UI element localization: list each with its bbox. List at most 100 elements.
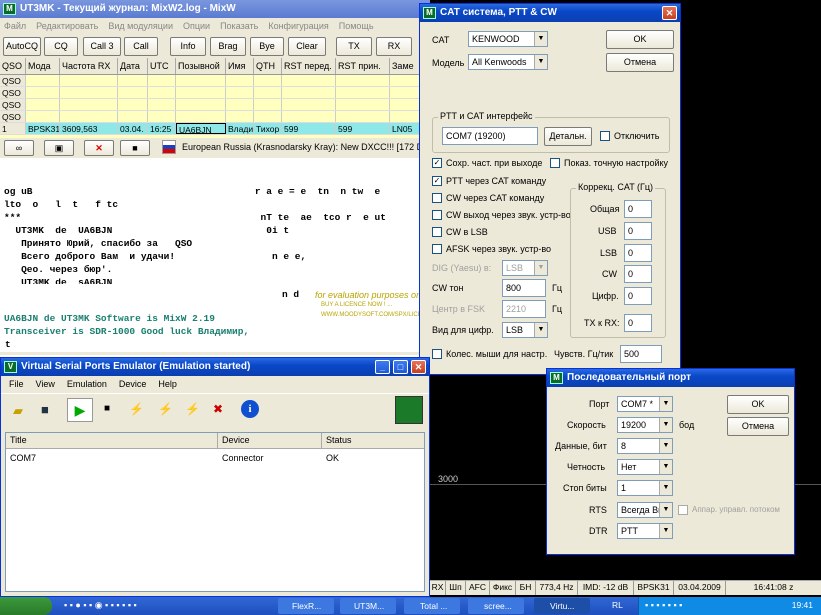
corr-cw-field[interactable]: 0 (624, 265, 652, 283)
dig-select[interactable]: LSB ▼ (502, 260, 548, 276)
dig-view-select[interactable]: LSB ▼ (502, 322, 548, 338)
details-button[interactable]: Детальн. (544, 127, 592, 146)
rx-text-area[interactable]: og uB r a e = e tn n tw e lto o l t f tc *… (0, 158, 426, 284)
clear-button[interactable]: Clear (288, 37, 326, 56)
disk-icon[interactable]: ■ (120, 140, 150, 156)
cat-cancel-button[interactable]: Отмена (606, 53, 674, 72)
cw-tone-field[interactable]: 800 (502, 279, 546, 297)
call-button[interactable]: Call (124, 37, 158, 56)
table-row[interactable]: COM7 Connector OK (6, 449, 424, 467)
port-select[interactable]: COM7 * ▼ (617, 396, 673, 412)
status-sp[interactable]: Шп (446, 581, 466, 595)
menu-options[interactable]: Опции (183, 18, 210, 34)
menu-edit[interactable]: Редактировать (36, 18, 98, 34)
close-icon[interactable]: ✕ (411, 360, 426, 374)
log-col-header[interactable]: RST прин. (336, 58, 390, 74)
start-button[interactable] (0, 597, 52, 615)
save-log-icon[interactable]: ▣ (44, 140, 74, 156)
baud-select[interactable]: 19200 ▼ (617, 417, 673, 433)
language-indicator[interactable]: RL (612, 600, 623, 610)
brag-button[interactable]: Brag (210, 37, 246, 56)
table-row[interactable]: 1 BPSK31 3609,563 03.04. 16:25 UA6BJN Влади Тих… (0, 123, 426, 135)
menu-config[interactable]: Конфигурация (268, 18, 328, 34)
tx-button[interactable]: TX (336, 37, 372, 56)
ptt-cat-checkbox[interactable]: ✓ (432, 176, 442, 186)
autocq-button[interactable]: AutoCQ (3, 37, 41, 56)
save-icon[interactable]: ■ (41, 402, 49, 417)
status-bn[interactable]: БН (516, 581, 536, 595)
cw-lsb-checkbox[interactable] (432, 227, 442, 237)
table-row[interactable]: QSO (0, 111, 426, 123)
glasses-icon[interactable]: ∞ (4, 140, 34, 156)
maximize-icon[interactable]: □ (393, 360, 408, 374)
model-select[interactable]: All Kenwoods ▼ (468, 54, 548, 70)
status-rx[interactable]: RX (430, 581, 446, 595)
log-col-header[interactable]: QSO (0, 58, 26, 74)
menu-mode[interactable]: Вид модуляции (108, 18, 173, 34)
menu-view[interactable]: Показать (220, 18, 258, 34)
table-row[interactable]: QSO (0, 75, 426, 87)
task-virtual[interactable]: Virtu... (534, 598, 590, 614)
rx-button[interactable]: RX (376, 37, 412, 56)
tray-icons[interactable]: ▪ ▪ ▪ ▪ ▪ ▪ ▪ (645, 600, 682, 610)
vspe-titlebar[interactable]: V Virtual Serial Ports Emulator (Emulati… (1, 358, 429, 376)
log-col-header[interactable]: QTH (254, 58, 282, 74)
center-fsk-field[interactable]: 2210 (502, 300, 546, 318)
hw-flow-checkbox[interactable] (678, 505, 688, 515)
open-folder-icon[interactable]: ▰ (13, 403, 23, 419)
corr-digital-field[interactable]: 0 (624, 287, 652, 305)
sensitivity-field[interactable]: 500 (620, 345, 662, 363)
call3-button[interactable]: Call 3 (83, 37, 121, 56)
rts-select[interactable]: Всегда Вк ▼ (617, 502, 673, 518)
start-icon[interactable]: ▶ (67, 398, 93, 422)
edit-device-icon[interactable]: ⚡ (158, 402, 173, 416)
task-total[interactable]: Total ... (404, 598, 460, 614)
cat-ok-button[interactable]: OK (606, 30, 674, 49)
log-col-header[interactable]: Дата (118, 58, 148, 74)
serial-cancel-button[interactable]: Отмена (727, 417, 789, 436)
save-freq-checkbox[interactable]: ✓ (432, 158, 442, 168)
col-title[interactable]: Title (6, 433, 218, 448)
info-icon[interactable]: i (241, 400, 259, 418)
cw-cat-checkbox[interactable] (432, 193, 442, 203)
ptt-port-field[interactable]: COM7 (19200) (442, 127, 538, 145)
col-status[interactable]: Status (322, 433, 424, 448)
delete-icon[interactable]: ✕ (84, 140, 114, 156)
vspe-menu-emulation[interactable]: Emulation (67, 376, 107, 393)
mouse-wheel-checkbox[interactable] (432, 349, 442, 359)
serial-titlebar[interactable]: M Последовательный порт (547, 369, 794, 387)
add-device-icon[interactable]: ⚡ (129, 402, 144, 416)
close-icon[interactable]: ✕ (662, 6, 677, 20)
info-button[interactable]: Info (170, 37, 206, 56)
mixw-titlebar[interactable]: M UT3MK - Текущий журнал: MixW2.log - Mi… (0, 0, 430, 18)
cat-system-select[interactable]: KENWOOD ▼ (468, 31, 548, 47)
stop-icon[interactable]: ■ (104, 403, 110, 414)
corr-general-field[interactable]: 0 (624, 200, 652, 218)
log-col-header[interactable]: Мода (26, 58, 60, 74)
corr-usb-field[interactable]: 0 (624, 222, 652, 240)
table-row[interactable]: QSO (0, 99, 426, 111)
corr-lsb-field[interactable]: 0 (624, 244, 652, 262)
databits-select[interactable]: 8 ▼ (617, 438, 673, 454)
menu-help[interactable]: Помощь (339, 18, 374, 34)
status-mode[interactable]: BPSK31 (634, 581, 674, 595)
log-col-header[interactable]: RST перед. (282, 58, 336, 74)
disable-checkbox[interactable] (600, 131, 610, 141)
minimize-icon[interactable]: _ (375, 360, 390, 374)
delete-device-icon[interactable]: ✖ (213, 402, 223, 416)
serial-ok-button[interactable]: OK (727, 395, 789, 414)
log-col-header[interactable]: Частота RX (60, 58, 118, 74)
status-fix[interactable]: Фикс (490, 581, 516, 595)
table-row[interactable]: QSO (0, 87, 426, 99)
vspe-menu-device[interactable]: Device (119, 376, 147, 393)
task-flexradio[interactable]: FlexR... (278, 598, 334, 614)
cat-titlebar[interactable]: M CAT система, PTT & CW ✕ (420, 4, 680, 22)
menu-file[interactable]: Файл (4, 18, 26, 34)
bye-button[interactable]: Bye (250, 37, 284, 56)
log-col-header[interactable]: Заме (390, 58, 420, 74)
task-mixw[interactable]: UT3M... (340, 598, 396, 614)
cw-exit-checkbox[interactable] (432, 210, 442, 220)
stopbits-select[interactable]: 1 ▼ (617, 480, 673, 496)
quicklaunch-icons[interactable]: ▪ ▪ ● ▪ ▪ ◉ ▪ ▪ ▪ ▪ ▪ ▪ (64, 600, 137, 611)
dtr-select[interactable]: PTT ▼ (617, 523, 673, 539)
